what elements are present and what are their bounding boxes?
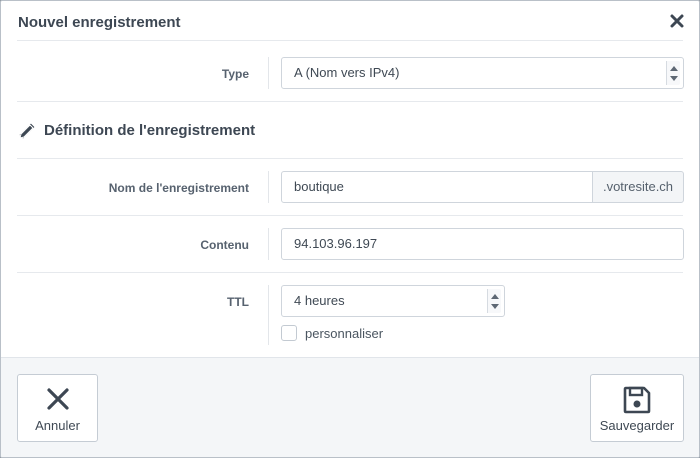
close-icon[interactable] [669,13,685,29]
ttl-select[interactable]: 4 heures [281,285,505,317]
floppy-disk-icon [622,385,652,420]
arrow-down-icon [669,75,678,81]
header-divider [17,40,683,41]
type-label: Type [221,67,249,81]
customize-ttl-label[interactable]: personnaliser [305,326,383,341]
content-row-separator [268,228,269,260]
cancel-button[interactable]: Annuler [17,374,98,442]
ttl-select-value: 4 heures [294,293,345,308]
type-select-value: A (Nom vers IPv4) [294,65,400,80]
dialog-footer: Annuler Sauvegarder [1,357,699,457]
save-label: Sauvegarder [599,418,675,433]
name-row-separator [268,171,269,203]
section-divider [17,158,683,159]
ttl-select-arrows[interactable] [487,289,501,313]
pencil-ruler-icon [18,122,36,140]
content-input[interactable]: 94.103.96.197 [281,228,684,260]
arrow-down-icon [490,303,499,309]
cancel-label: Annuler [35,418,80,433]
content-value: 94.103.96.197 [294,236,378,251]
record-name-input[interactable]: boutique [281,171,593,203]
section-title: Définition de l'enregistrement [44,122,256,139]
content-row-divider [17,272,683,273]
new-record-dialog: Nouvel enregistrement Type A (Nom vers I… [0,0,700,458]
name-row-divider [17,215,683,216]
close-icon [44,385,72,418]
ttl-row-separator [268,285,269,345]
record-name-value: boutique [294,179,344,194]
dialog-title: Nouvel enregistrement [18,14,181,31]
type-row-separator [268,57,269,89]
customize-ttl-checkbox[interactable] [281,325,297,341]
arrow-up-icon [490,293,499,299]
type-row-divider [17,101,683,102]
ttl-label: TTL [227,295,249,309]
type-select-arrows[interactable] [666,61,680,85]
content-label: Contenu [200,238,249,252]
dialog-header: Nouvel enregistrement [1,1,699,41]
domain-suffix: .votresite.ch [592,171,684,203]
record-name-label: Nom de l'enregistrement [108,181,249,195]
arrow-up-icon [669,65,678,71]
type-select[interactable]: A (Nom vers IPv4) [281,57,684,89]
save-button[interactable]: Sauvegarder [590,374,684,442]
